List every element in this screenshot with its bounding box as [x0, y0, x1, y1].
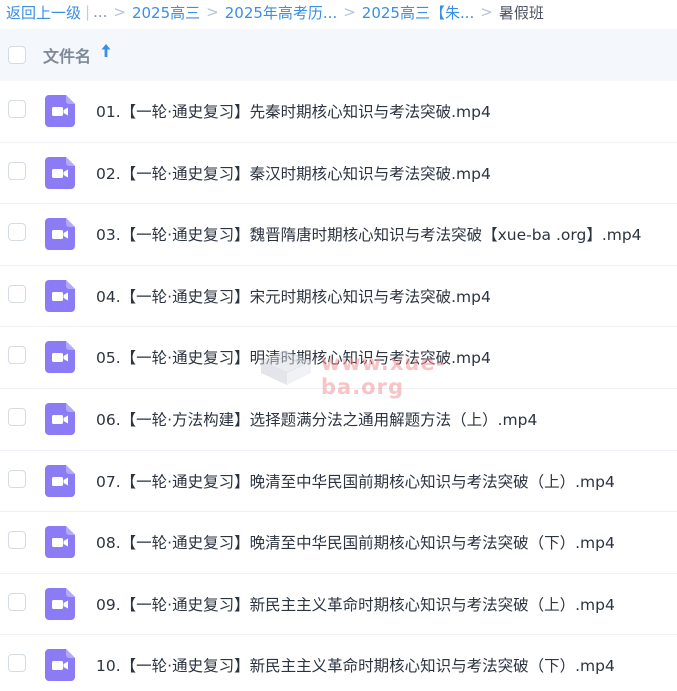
file-row[interactable]: 04.【一轮·通史复习】宋元时期核心知识与考法突破.mp4: [0, 266, 677, 328]
breadcrumb-ellipsis[interactable]: ...: [93, 3, 107, 21]
select-all-checkbox[interactable]: [8, 46, 26, 64]
video-file-icon: [45, 402, 75, 435]
chevron-right-icon: >: [480, 3, 493, 21]
file-name[interactable]: 02.【一轮·通史复习】秦汉时期核心知识与考法突破.mp4: [96, 162, 491, 184]
row-checkbox[interactable]: [8, 346, 26, 365]
file-name[interactable]: 03.【一轮·通史复习】魏晋隋唐时期核心知识与考法突破【xue-ba .org】…: [96, 223, 642, 245]
file-name[interactable]: 10.【一轮·通史复习】新民主主义革命时期核心知识与考法突破（下）.mp4: [96, 654, 615, 676]
video-file-icon: [45, 341, 75, 374]
file-name[interactable]: 05.【一轮·通史复习】明清时期核心知识与考法突破.mp4: [96, 346, 491, 368]
video-file-icon: [45, 218, 75, 251]
file-list: 01.【一轮·通史复习】先秦时期核心知识与考法突破.mp4 02.【一轮·通史复习…: [0, 81, 677, 691]
file-row[interactable]: 09.【一轮·通史复习】新民主主义革命时期核心知识与考法突破（上）.mp4: [0, 574, 677, 636]
row-checkbox[interactable]: [8, 284, 26, 303]
row-checkbox[interactable]: [8, 654, 26, 673]
file-row[interactable]: 07.【一轮·通史复习】晚清至中华民国前期核心知识与考法突破（上）.mp4: [0, 451, 677, 513]
file-row[interactable]: 08.【一轮·通史复习】晚清至中华民国前期核心知识与考法突破（下）.mp4: [0, 512, 677, 574]
file-name[interactable]: 09.【一轮·通史复习】新民主主义革命时期核心知识与考法突破（上）.mp4: [96, 593, 615, 615]
back-link[interactable]: 返回上一级: [6, 2, 81, 23]
video-file-icon: [45, 279, 75, 312]
file-name[interactable]: 06.【一轮·方法构建】选择题满分法之通用解题方法（上）.mp4: [96, 408, 537, 430]
breadcrumb-item[interactable]: 2025高三: [132, 2, 200, 23]
video-file-icon: [45, 587, 75, 620]
file-row[interactable]: 03.【一轮·通史复习】魏晋隋唐时期核心知识与考法突破【xue-ba .org】…: [0, 204, 677, 266]
file-row[interactable]: 05.【一轮·通史复习】明清时期核心知识与考法突破.mp4: [0, 327, 677, 389]
file-row[interactable]: 10.【一轮·通史复习】新民主主义革命时期核心知识与考法突破（下）.mp4: [0, 635, 677, 691]
video-file-icon: [45, 526, 75, 559]
file-browser: 返回上一级 | ... > 2025高三 > 2025年高考历... > 202…: [0, 0, 677, 691]
file-name[interactable]: 04.【一轮·通史复习】宋元时期核心知识与考法突破.mp4: [96, 285, 491, 307]
chevron-right-icon: >: [113, 3, 126, 21]
list-header: 文件名: [0, 29, 677, 81]
video-file-icon: [45, 464, 75, 497]
row-checkbox[interactable]: [8, 531, 26, 550]
row-checkbox[interactable]: [8, 223, 26, 242]
file-name[interactable]: 01.【一轮·通史复习】先秦时期核心知识与考法突破.mp4: [96, 100, 491, 122]
row-checkbox[interactable]: [8, 407, 26, 426]
file-row[interactable]: 06.【一轮·方法构建】选择题满分法之通用解题方法（上）.mp4: [0, 389, 677, 451]
breadcrumb-item[interactable]: 2025年高考历...: [225, 2, 337, 23]
video-file-icon: [45, 649, 75, 682]
row-checkbox[interactable]: [8, 469, 26, 488]
file-row[interactable]: 02.【一轮·通史复习】秦汉时期核心知识与考法突破.mp4: [0, 143, 677, 205]
file-name[interactable]: 07.【一轮·通史复习】晚清至中华民国前期核心知识与考法突破（上）.mp4: [96, 470, 615, 492]
breadcrumb: 返回上一级 | ... > 2025高三 > 2025年高考历... > 202…: [0, 0, 677, 24]
chevron-right-icon: >: [343, 3, 356, 21]
video-file-icon: [45, 156, 75, 189]
breadcrumb-item[interactable]: 2025高三【朱...: [362, 2, 474, 23]
row-checkbox[interactable]: [8, 100, 26, 118]
file-row[interactable]: 01.【一轮·通史复习】先秦时期核心知识与考法突破.mp4: [0, 81, 677, 143]
arrow-up-icon[interactable]: [100, 43, 112, 59]
breadcrumb-current: 暑假班: [498, 3, 544, 22]
chevron-right-icon: >: [206, 3, 219, 21]
file-name[interactable]: 08.【一轮·通史复习】晚清至中华民国前期核心知识与考法突破（下）.mp4: [96, 531, 615, 553]
row-checkbox[interactable]: [8, 592, 26, 611]
video-file-icon: [45, 95, 75, 127]
breadcrumb-divider: |: [85, 3, 91, 21]
row-checkbox[interactable]: [8, 161, 26, 180]
column-header-filename[interactable]: 文件名: [43, 43, 91, 67]
